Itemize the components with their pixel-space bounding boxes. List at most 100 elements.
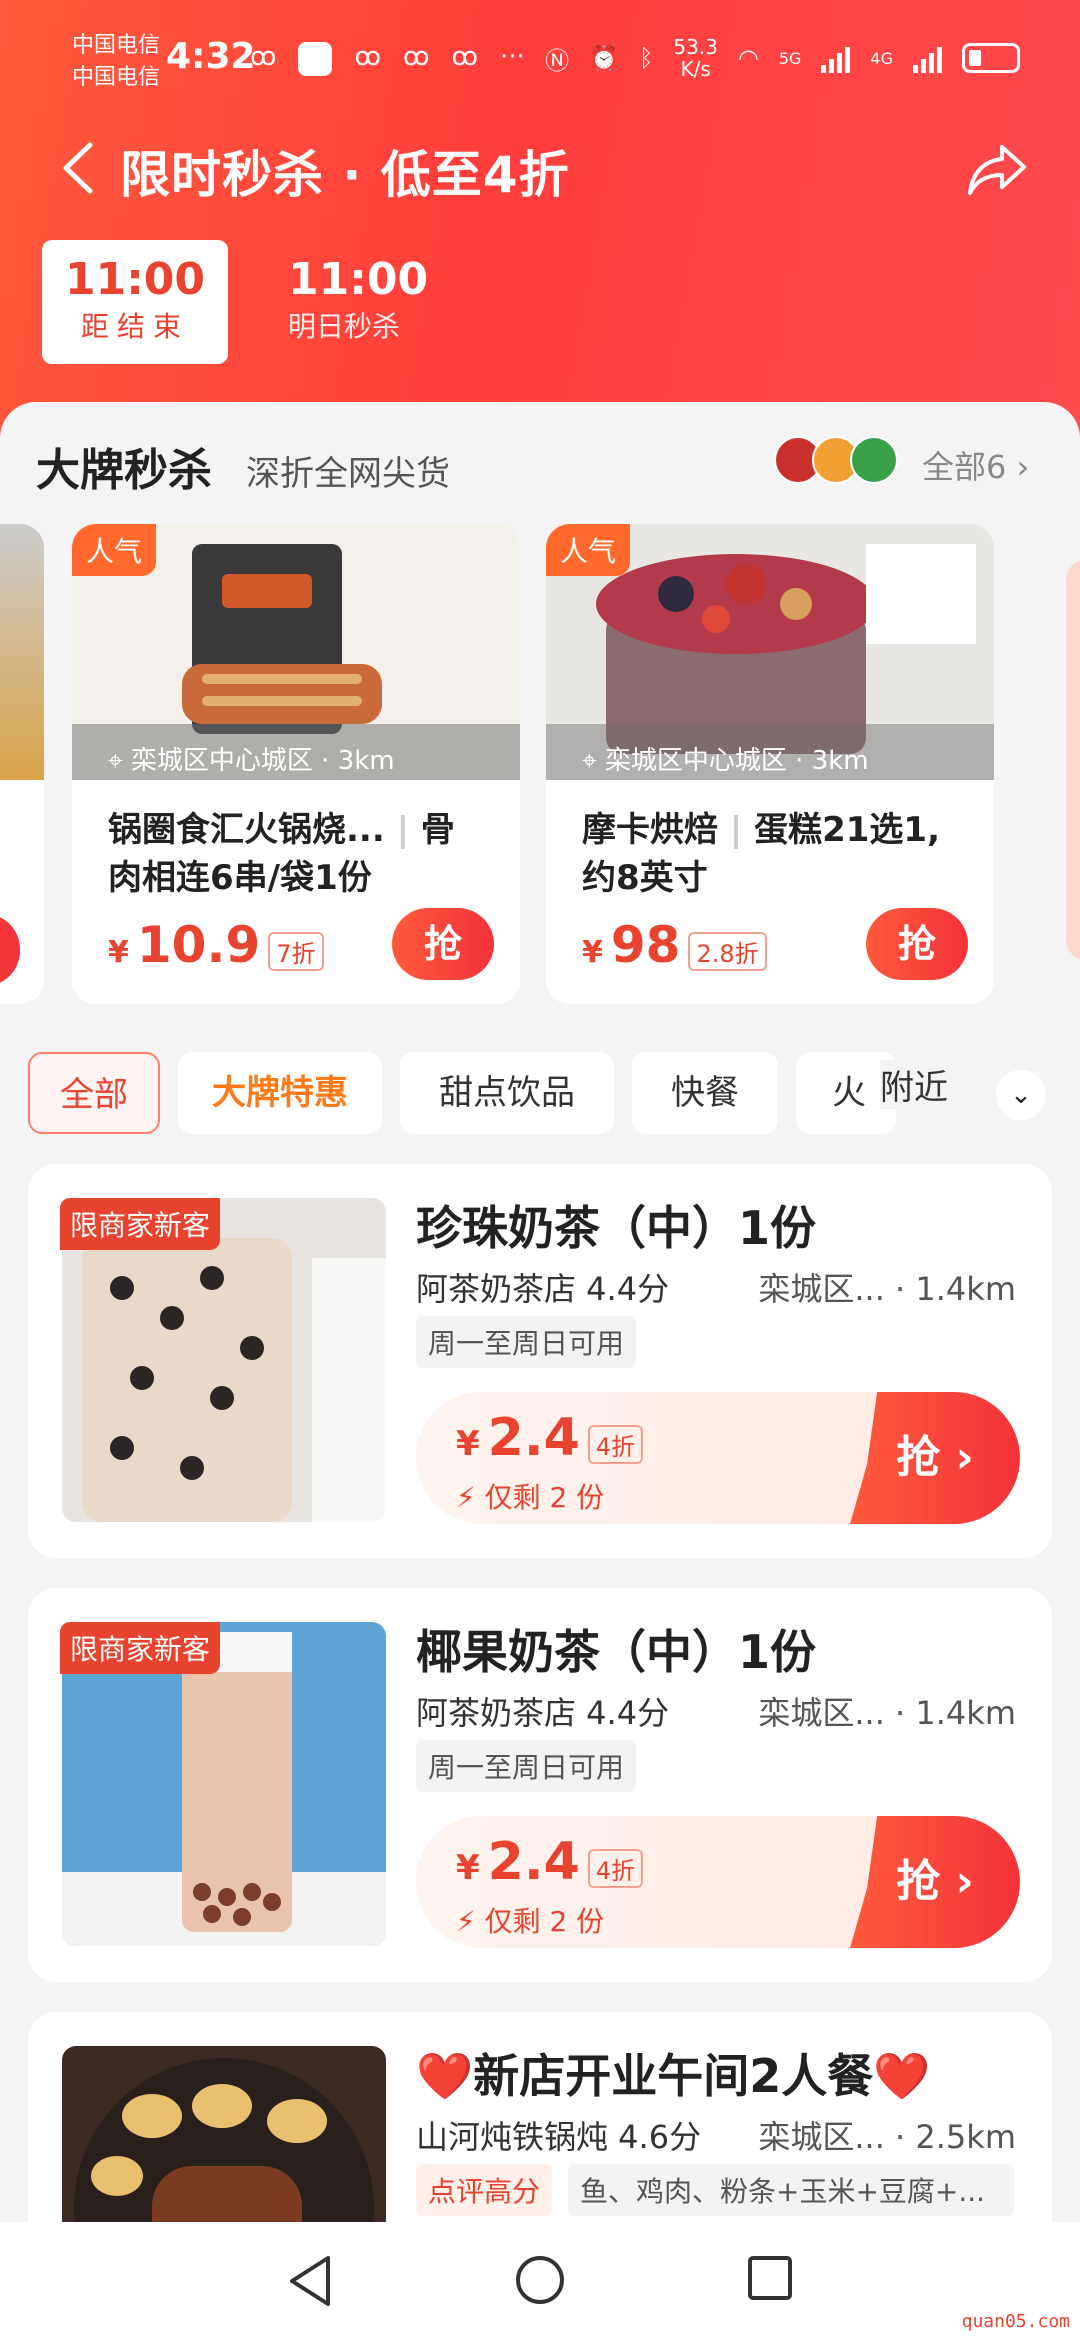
wifi-icon: ◠	[737, 44, 759, 72]
session-time: 11:00	[288, 254, 429, 305]
separator: |	[729, 810, 743, 850]
carrier-2: 中国电信	[72, 65, 161, 90]
currency: ¥	[456, 1424, 480, 1464]
deal-name: ❤️新店开业午间2人餐❤️	[416, 2049, 931, 2103]
category-tab-all[interactable]: 全部	[28, 1052, 160, 1134]
currency: ¥	[456, 1848, 480, 1888]
price-bar: ¥ 2.4 4折 ⚡ 仅剩 2 份 抢 ›	[416, 1816, 1020, 1948]
nav-bar: 限时秒杀 · 低至4折	[0, 125, 1080, 215]
brand-all-label: 全部6	[922, 448, 1007, 486]
discount-badge: 2.8折	[688, 932, 767, 971]
brand-all-link[interactable]: 全部6 ›	[922, 442, 1029, 488]
signal-icon	[913, 43, 942, 73]
location-pin-icon: ⌖	[582, 746, 597, 776]
status-bar: 中国电信 中国电信 4:32 ꝏ ꝏ ꝏ ꝏ ··· Ⓝ ⏰ ᛒ 53.3 K/…	[0, 0, 1080, 120]
price: ¥ 2.4 4折	[456, 1832, 644, 1892]
grab-button[interactable]: 抢	[866, 908, 968, 980]
system-nav-bar: quan05.com	[0, 2222, 1080, 2340]
link-icon: ꝏ	[402, 42, 430, 72]
link-icon: ꝏ	[354, 42, 381, 72]
new-customer-tag: 限商家新客	[60, 1622, 221, 1674]
usage-tag: 周一至周日可用	[416, 1316, 637, 1368]
product-name-part1: 锅圈食汇火锅烧...	[108, 810, 385, 850]
link-icon: ꝏ	[250, 42, 277, 72]
deal-card[interactable]: 限商家新客 珍珠奶茶（中）1份 阿茶奶茶店 4.4分 栾城区... · 1.4k…	[28, 1164, 1052, 1558]
nav-back-icon[interactable]	[286, 2254, 334, 2308]
distance: 栾城区... · 2.5km	[758, 2118, 1016, 2156]
bluetooth-icon: ᛒ	[638, 44, 654, 72]
separator: |	[396, 810, 410, 850]
back-arrow-icon[interactable]	[56, 141, 100, 195]
signal-icon	[821, 43, 851, 73]
session-tab-today[interactable]: 11:00 距结束	[42, 240, 228, 364]
popular-badge: 人气	[72, 524, 157, 576]
shop-name: 山河炖铁锅炖 4.6分	[416, 2118, 702, 2156]
brand-card[interactable]: 人气 ⌖ 栾城区中心城区 · 3km 锅圈食汇火锅烧... | 骨肉相连6串/袋…	[72, 524, 520, 1004]
system-icons: Ⓝ ⏰ ᛒ 53.3 K/s ◠ 5G 4G	[545, 36, 1020, 80]
net-speed-value: 53.3	[673, 35, 718, 59]
grab-button[interactable]: 抢 ›	[850, 1816, 1020, 1948]
price: ¥ 98 2.8折	[582, 916, 767, 974]
product-image	[0, 524, 44, 780]
price-value: 2.4	[487, 1408, 580, 1468]
session-subtitle: 距结束	[80, 310, 189, 343]
product-name: 摩卡烘焙 | 蛋糕21选1,约8英寸	[582, 806, 958, 902]
clock: 4:32	[166, 36, 256, 77]
new-customer-tag: 限商家新客	[60, 1198, 221, 1250]
stock-text: 仅剩 2 份	[484, 1905, 605, 1938]
chevron-right-icon: ›	[1016, 448, 1030, 486]
deal-card[interactable]: 限商家新客 椰果奶茶（中）1份 阿茶奶茶店 4.4分 栾城区... · 1.4k…	[28, 1588, 1052, 1982]
product-name-part1: 摩卡烘焙	[582, 810, 718, 850]
alarm-icon: ⏰	[589, 44, 619, 72]
brand-section-subtitle: 深折全网尖货	[246, 454, 450, 494]
category-tab-dessert[interactable]: 甜点饮品	[400, 1052, 614, 1134]
nearby-filter[interactable]: 附近	[880, 1060, 948, 1109]
price: ¥ 2.4 4折	[456, 1408, 644, 1468]
shop-name: 阿茶奶茶店 4.4分	[416, 1694, 670, 1732]
category-tab-brand[interactable]: 大牌特惠	[178, 1052, 382, 1134]
distance: 栾城区... · 1.4km	[758, 1270, 1016, 1308]
usage-tag: 周一至周日可用	[416, 1740, 637, 1792]
link-icon: ꝏ	[451, 42, 478, 72]
price-value: 98	[610, 916, 681, 974]
location-text: 栾城区中心城区 · 3km	[130, 746, 395, 776]
currency: ¥	[108, 935, 129, 970]
brand-card-partial[interactable]	[0, 524, 44, 1004]
stock-left: ⚡ 仅剩 2 份	[456, 1476, 604, 1516]
grab-button[interactable]	[0, 914, 20, 986]
card-body: 锅圈食汇火锅烧... | 骨肉相连6串/袋1份 ¥ 10.9 7折 抢	[72, 786, 520, 1004]
chevron-down-icon[interactable]: ⌄	[996, 1070, 1046, 1120]
nav-recents-icon[interactable]	[746, 2254, 794, 2302]
signal-label-1: 5G	[778, 48, 802, 68]
signal-label-2: 4G	[870, 48, 893, 68]
nav-home-icon[interactable]	[514, 2254, 566, 2306]
stock-text: 仅剩 2 份	[484, 1481, 605, 1514]
discount-badge: 4折	[587, 1425, 644, 1464]
net-speed-unit: K/s	[680, 57, 711, 81]
brand-logos	[774, 436, 898, 484]
lightning-icon: ⚡	[456, 1481, 476, 1514]
popular-badge: 人气	[546, 524, 631, 576]
location-text: 栾城区中心城区 · 3km	[604, 746, 869, 776]
brand-section-title: 大牌秒杀	[36, 445, 212, 496]
price-value: 2.4	[487, 1832, 580, 1892]
grab-button[interactable]: 抢	[392, 908, 494, 980]
discount-badge: 7折	[268, 932, 324, 971]
more-icon: ···	[499, 42, 525, 72]
distance: 栾城区... · 1.4km	[758, 1694, 1016, 1732]
price-bar: ¥ 2.4 4折 ⚡ 仅剩 2 份 抢 ›	[416, 1392, 1020, 1524]
brand-card[interactable]: 人气 ⌖ 栾城区中心城区 · 3km 摩卡烘焙 | 蛋糕21选1,约8英寸 ¥ …	[546, 524, 994, 1004]
nfc-icon: Ⓝ	[545, 46, 570, 75]
grab-button[interactable]: 抢 ›	[850, 1392, 1020, 1524]
page-title: 限时秒杀 · 低至4折	[120, 146, 570, 204]
category-tab-fastfood[interactable]: 快餐	[632, 1052, 778, 1134]
next-card-peek	[1066, 560, 1080, 960]
product-name: 锅圈食汇火锅烧... | 骨肉相连6串/袋1份	[108, 806, 484, 902]
watermark: quan05.com	[961, 2311, 1070, 2332]
card-body: 摩卡烘焙 | 蛋糕21选1,约8英寸 ¥ 98 2.8折 抢	[546, 786, 994, 1004]
location-pin-icon: ⌖	[108, 746, 123, 776]
session-tab-tomorrow[interactable]: 11:00 明日秒杀	[288, 254, 428, 345]
share-icon[interactable]	[966, 141, 1028, 197]
price-value: 10.9	[136, 916, 261, 974]
location-label: ⌖ 栾城区中心城区 · 3km	[582, 740, 869, 777]
